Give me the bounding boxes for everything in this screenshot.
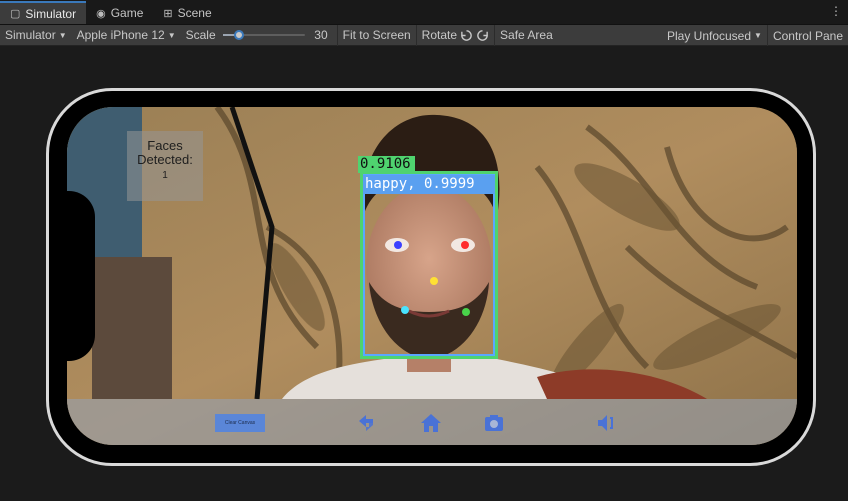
detection-score-label: 0.9106 [358,156,415,173]
faces-detected-label: Faces Detected: [137,138,193,167]
device-dropdown[interactable]: Apple iPhone 12 ▼ [72,25,181,46]
clear-canvas-button[interactable]: Clear Canvas [215,414,265,432]
scale-slider[interactable] [222,28,305,42]
home-icon [421,414,441,432]
safe-area-toggle[interactable]: Safe Area [494,24,558,46]
camera-button[interactable] [482,411,506,435]
rotate-label: Rotate [421,28,458,42]
scale-value[interactable]: 30 [312,28,327,42]
chair-left [92,257,172,399]
scale-slider-thumb[interactable] [234,30,245,40]
toolbar-right: Play Unfocused ▼ Control Pane [662,25,848,46]
device-dropdown-label: Apple iPhone 12 [76,28,165,42]
simulator-viewport: Faces Detected: 1 0.9106 happy, 0.9999 C… [0,46,848,501]
tab-simulator[interactable]: ▢ Simulator [0,1,87,24]
fit-to-screen-label: Fit to Screen [342,28,411,42]
app-bottom-toolbar: Clear Canvas [67,399,797,445]
face-bounding-box [360,171,498,359]
tab-game-label: Game [110,6,144,20]
rotate-control: Rotate [415,24,494,46]
fit-to-screen-button[interactable]: Fit to Screen [336,24,416,46]
device-frame: Faces Detected: 1 0.9106 happy, 0.9999 C… [46,88,816,466]
play-mode-dropdown[interactable]: Play Unfocused ▼ [662,25,767,46]
chevron-down-icon: ▼ [754,31,762,40]
more-options-icon[interactable]: ⋮ [830,4,842,18]
chevron-down-icon: ▼ [58,30,67,40]
tab-scene[interactable]: ⊞ Scene [153,2,221,24]
simulator-icon: ▢ [10,8,21,20]
play-mode-label: Play Unfocused [666,28,752,43]
device-notch [67,191,95,361]
editor-tab-bar: ▢ Simulator ◉ Game ⊞ Scene ⋮ [0,0,848,25]
control-panel-button[interactable]: Control Pane [766,25,848,46]
scene-icon: ⊞ [163,7,173,20]
home-button[interactable] [419,411,443,435]
camera-icon [485,415,503,431]
chevron-down-icon: ▼ [167,30,176,40]
mode-dropdown-label: Simulator [5,28,56,42]
sound-button[interactable] [595,411,619,435]
tab-game[interactable]: ◉ Game [86,2,153,24]
gamepad-icon: ◉ [96,7,106,20]
mode-dropdown[interactable]: Simulator ▼ [0,25,72,46]
control-panel-label: Control Pane [772,28,843,43]
switch-camera-icon [359,415,373,431]
faces-detected-count: 1 [162,170,168,181]
tab-scene-label: Scene [177,6,212,20]
faces-detected-panel: Faces Detected: 1 [127,131,203,201]
safe-area-label: Safe Area [500,28,553,42]
tab-simulator-label: Simulator [25,6,77,21]
scale-label: Scale [185,28,216,42]
scale-control: Scale 30 [181,25,337,46]
speaker-icon [598,415,613,431]
emotion-label: happy, 0.9999 [363,175,495,194]
device-screen[interactable]: Faces Detected: 1 0.9106 happy, 0.9999 C… [67,107,797,445]
rotate-right-icon[interactable] [476,29,489,42]
simulator-toolbar: Simulator ▼ Apple iPhone 12 ▼ Scale 30 F… [0,24,848,46]
rotate-left-icon[interactable] [460,29,473,42]
switch-camera-button[interactable] [354,411,378,435]
